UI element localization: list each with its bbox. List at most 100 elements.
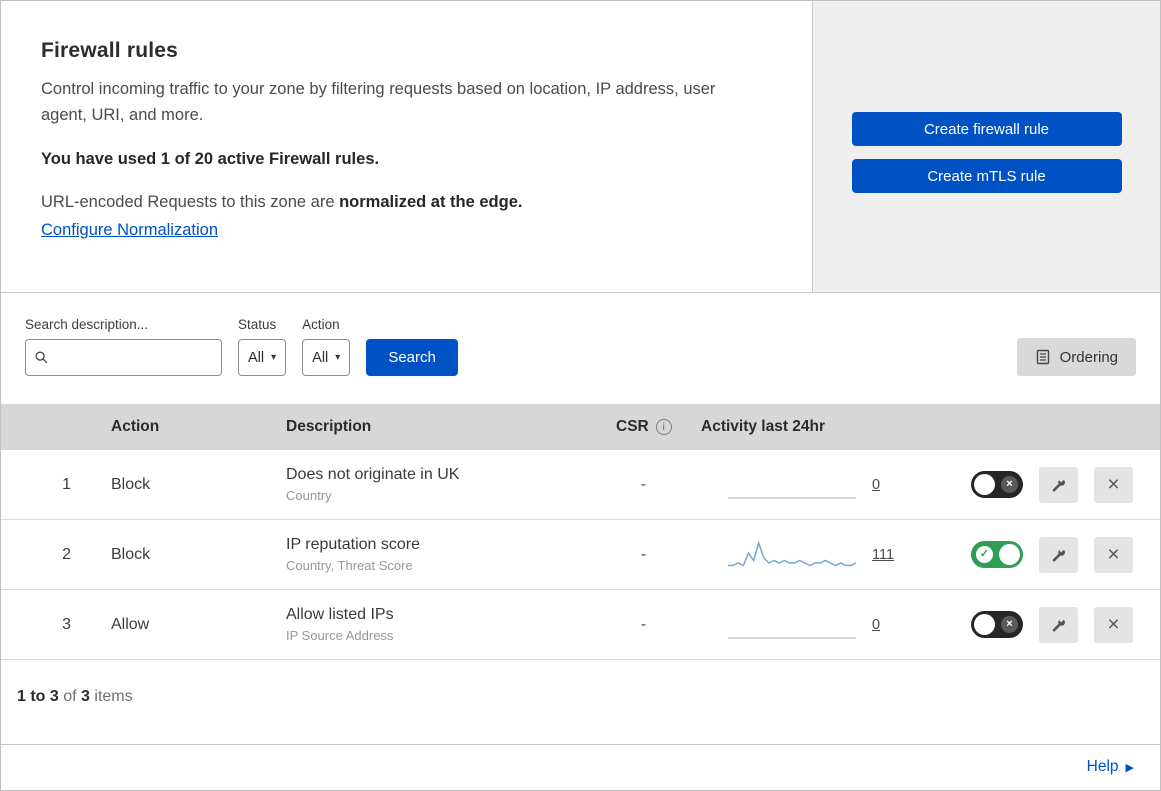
rule-csr: - (640, 475, 647, 493)
rule-number: 2 (62, 545, 71, 563)
search-group: Search description... (25, 317, 222, 376)
rule-action: Allow (111, 615, 150, 633)
rule-csr: - (640, 545, 647, 563)
status-dropdown[interactable]: All ▾ (238, 339, 287, 376)
rule-activity-cell: 111 (686, 538, 926, 572)
rule-criteria: Country (286, 488, 332, 503)
chevron-down-icon: ▾ (271, 352, 277, 363)
rule-description: Allow listed IPs (286, 606, 394, 623)
status-label: Status (238, 317, 277, 332)
toggle-state-icon: × (1001, 476, 1018, 493)
activity-sparkline (728, 540, 856, 567)
edit-rule-button[interactable] (1039, 466, 1078, 503)
pagination-of: of (58, 688, 82, 705)
page-description: Control incoming traffic to your zone by… (41, 80, 716, 124)
edit-rule-button[interactable] (1039, 606, 1078, 643)
col-csr-label: CSR (616, 418, 649, 435)
normalization-bold: normalized at the edge. (339, 193, 523, 212)
col-activity: Activity last 24hr (701, 418, 826, 435)
search-icon (35, 351, 48, 364)
edit-rule-button[interactable] (1039, 536, 1078, 573)
action-label: Action (302, 317, 340, 332)
search-label: Search description... (25, 317, 149, 332)
rule-controls: × × (926, 466, 1160, 503)
toggle-knob (999, 544, 1020, 565)
pagination-items: items (89, 688, 133, 705)
toggle-knob (974, 474, 995, 495)
rule-description: Does not originate in UK (286, 466, 460, 483)
page-title: Firewall rules (41, 39, 179, 62)
configure-normalization-link[interactable]: Configure Normalization (41, 221, 218, 240)
actions-panel: Create firewall rule Create mTLS rule (813, 1, 1160, 292)
wrench-icon (1052, 616, 1065, 631)
pagination-total: 3 (81, 688, 90, 705)
toggle-state-icon: ✓ (976, 546, 993, 563)
search-input[interactable] (55, 349, 213, 366)
close-icon: × (1107, 543, 1120, 566)
ordering-button-label: Ordering (1059, 348, 1118, 366)
pagination-range: 1 to 3 (17, 688, 59, 705)
rule-enabled-toggle[interactable]: × (971, 471, 1023, 498)
firewall-rules-page: Firewall rules Control incoming traffic … (0, 0, 1161, 791)
search-box (25, 339, 222, 376)
help-link-label: Help (1086, 758, 1119, 775)
rule-description-cell: IP reputation score Country, Threat Scor… (271, 536, 601, 573)
normalization-prefix: URL-encoded Requests to this zone are (41, 193, 340, 212)
toggle-knob (974, 614, 995, 635)
delete-rule-button[interactable]: × (1094, 606, 1133, 643)
activity-count-link[interactable]: 0 (872, 617, 880, 633)
help-row: Help ▶ (1, 744, 1160, 790)
table-row: 3 Allow Allow listed IPs IP Source Addre… (1, 590, 1160, 660)
delete-rule-button[interactable]: × (1094, 536, 1133, 573)
help-link[interactable]: Help ▶ (1087, 758, 1134, 776)
header-section: Firewall rules Control incoming traffic … (1, 1, 1160, 293)
rule-enabled-toggle[interactable]: ✓ (971, 541, 1023, 568)
activity-sparkline (728, 636, 856, 639)
rule-activity-cell: 0 (686, 468, 926, 502)
pagination: 1 to 3 of 3 items (1, 660, 1160, 744)
rule-description-cell: Does not originate in UK Country (271, 466, 601, 503)
filter-bar: Search description... Status All ▾ Actio… (1, 293, 1160, 404)
rule-controls: ✓ × (926, 536, 1160, 573)
normalization-note: URL-encoded Requests to this zone are no… (41, 193, 772, 212)
col-action: Action (111, 418, 160, 435)
create-mtls-rule-button[interactable]: Create mTLS rule (851, 159, 1122, 193)
arrow-right-icon: ▶ (1125, 761, 1134, 774)
close-icon: × (1107, 473, 1120, 496)
close-icon: × (1107, 613, 1120, 636)
rule-criteria: IP Source Address (286, 628, 394, 643)
wrench-icon (1052, 546, 1065, 561)
header-text-panel: Firewall rules Control incoming traffic … (1, 1, 813, 292)
search-button[interactable]: Search (366, 339, 458, 376)
rule-action: Block (111, 475, 151, 493)
toggle-state-icon: × (1001, 616, 1018, 633)
rule-enabled-toggle[interactable]: × (971, 611, 1023, 638)
table-row: 2 Block IP reputation score Country, Thr… (1, 520, 1160, 590)
chevron-down-icon: ▾ (335, 352, 341, 363)
col-csr: CSR i (601, 418, 686, 436)
ordering-button[interactable]: Ordering (1016, 338, 1136, 376)
rule-number: 3 (62, 615, 71, 633)
action-dropdown[interactable]: All ▾ (302, 339, 351, 376)
action-filter-group: Action All ▾ (302, 317, 351, 376)
action-dropdown-value: All (312, 349, 329, 366)
info-icon[interactable]: i (655, 419, 672, 435)
rule-csr: - (640, 615, 647, 633)
rule-activity-cell: 0 (686, 608, 926, 642)
rule-criteria: Country, Threat Score (286, 558, 413, 573)
delete-rule-button[interactable]: × (1094, 466, 1133, 503)
col-description: Description (286, 418, 372, 435)
usage-note: You have used 1 of 20 active Firewall ru… (41, 150, 380, 169)
status-filter-group: Status All ▾ (238, 317, 287, 376)
activity-count-link[interactable]: 0 (872, 477, 880, 493)
activity-count-link[interactable]: 111 (872, 547, 894, 563)
rule-action: Block (111, 545, 151, 563)
rule-number: 1 (62, 475, 71, 493)
ordering-list-icon (1036, 349, 1049, 365)
create-firewall-rule-button[interactable]: Create firewall rule (851, 112, 1122, 146)
table-row: 1 Block Does not originate in UK Country… (1, 450, 1160, 520)
rule-controls: × × (926, 606, 1160, 643)
table-header: Action Description CSR i Activity last 2… (1, 404, 1160, 450)
rule-description: IP reputation score (286, 536, 421, 553)
wrench-icon (1052, 476, 1065, 491)
